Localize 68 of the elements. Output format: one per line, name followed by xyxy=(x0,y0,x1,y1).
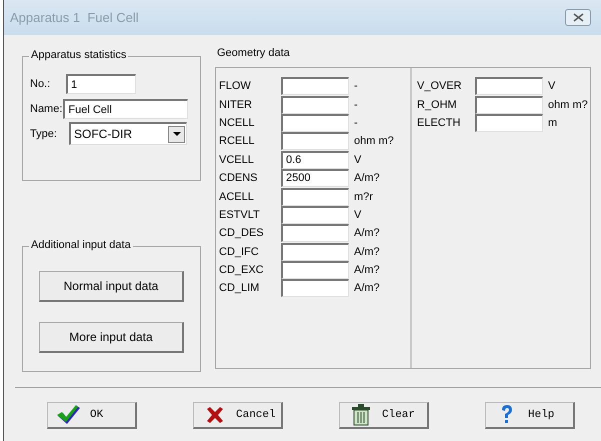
unit-label: - xyxy=(354,116,358,129)
input-field[interactable] xyxy=(281,77,349,96)
input-field[interactable] xyxy=(475,96,543,114)
unit-label: V xyxy=(354,154,362,166)
parameter-label: CD_EXC xyxy=(219,264,265,276)
parameter-label: ELECTH xyxy=(417,116,462,129)
input-field[interactable] xyxy=(281,96,349,114)
parameter-label: NITER xyxy=(219,98,253,111)
parameter-label: NCELL xyxy=(219,116,256,129)
group-title: Apparatus statistics xyxy=(29,49,128,61)
unit-label: A/m? xyxy=(354,264,380,276)
input-field[interactable]: 2500 xyxy=(281,169,349,188)
dropdown-arrow-icon xyxy=(172,132,180,136)
question-mark-icon xyxy=(500,404,514,426)
unit-label: V xyxy=(548,80,556,92)
input-field[interactable] xyxy=(281,224,349,242)
parameter-label: V_OVER xyxy=(417,80,463,92)
dialog-button[interactable]: Cancel xyxy=(193,402,283,429)
parameter-label: VCELL xyxy=(219,154,255,166)
dialog-button[interactable]: Clear xyxy=(339,402,429,429)
input-field[interactable] xyxy=(475,114,543,132)
field-label: Type: xyxy=(30,128,58,140)
input-field[interactable] xyxy=(281,132,349,150)
parameter-label: FLOW xyxy=(219,80,252,92)
input-field[interactable] xyxy=(281,242,349,261)
cross-icon xyxy=(206,406,224,424)
unit-label: ohm m? xyxy=(354,135,394,148)
unit-label: A/m? xyxy=(354,227,380,240)
dialog-button[interactable]: OK xyxy=(47,402,137,429)
input-field[interactable]: 1 xyxy=(66,74,136,94)
checkmark-icon xyxy=(57,405,81,425)
close-button[interactable] xyxy=(565,9,591,26)
close-icon xyxy=(572,13,584,22)
type-dropdown[interactable]: SOFC-DIR xyxy=(69,122,187,145)
input-field[interactable] xyxy=(281,279,349,298)
unit-label: A/m? xyxy=(354,172,380,184)
unit-label: m?r xyxy=(354,190,373,203)
input-field[interactable]: Fuel Cell xyxy=(63,98,188,118)
input-data-button[interactable]: More input data xyxy=(39,322,184,353)
parameter-label: CD_LIM xyxy=(219,282,260,294)
parameter-label: R_OHM xyxy=(417,98,458,111)
input-field[interactable] xyxy=(281,188,349,206)
parameter-label: RCELL xyxy=(219,135,256,148)
unit-label: - xyxy=(354,80,358,92)
input-field[interactable] xyxy=(281,114,349,132)
unit-label: - xyxy=(354,98,358,111)
field-label: Name: xyxy=(30,102,62,114)
field-label: No.: xyxy=(30,78,52,90)
dialog-button[interactable]: Help xyxy=(485,402,575,429)
input-field[interactable] xyxy=(281,261,349,280)
parameter-label: CDENS xyxy=(219,172,259,184)
parameter-label: ESTVLT xyxy=(219,208,261,221)
input-field[interactable]: 0.6 xyxy=(281,150,349,169)
group-title: Additional input data xyxy=(29,239,133,251)
section-title: Geometry data xyxy=(217,47,291,60)
unit-label: A/m? xyxy=(354,282,380,294)
input-data-button[interactable]: Normal input data xyxy=(39,271,184,302)
unit-label: V xyxy=(354,208,362,221)
parameter-label: ACELL xyxy=(219,190,255,203)
input-field[interactable] xyxy=(475,77,543,96)
unit-label: ohm m? xyxy=(548,98,588,111)
window-title: Apparatus 1 Fuel Cell xyxy=(10,10,139,25)
unit-label: m xyxy=(548,116,558,129)
parameter-label: CD_DES xyxy=(219,227,265,240)
unit-label: A/m? xyxy=(354,246,380,258)
input-field[interactable] xyxy=(281,206,349,224)
parameter-label: CD_IFC xyxy=(219,246,260,258)
trash-can-icon xyxy=(351,404,371,426)
